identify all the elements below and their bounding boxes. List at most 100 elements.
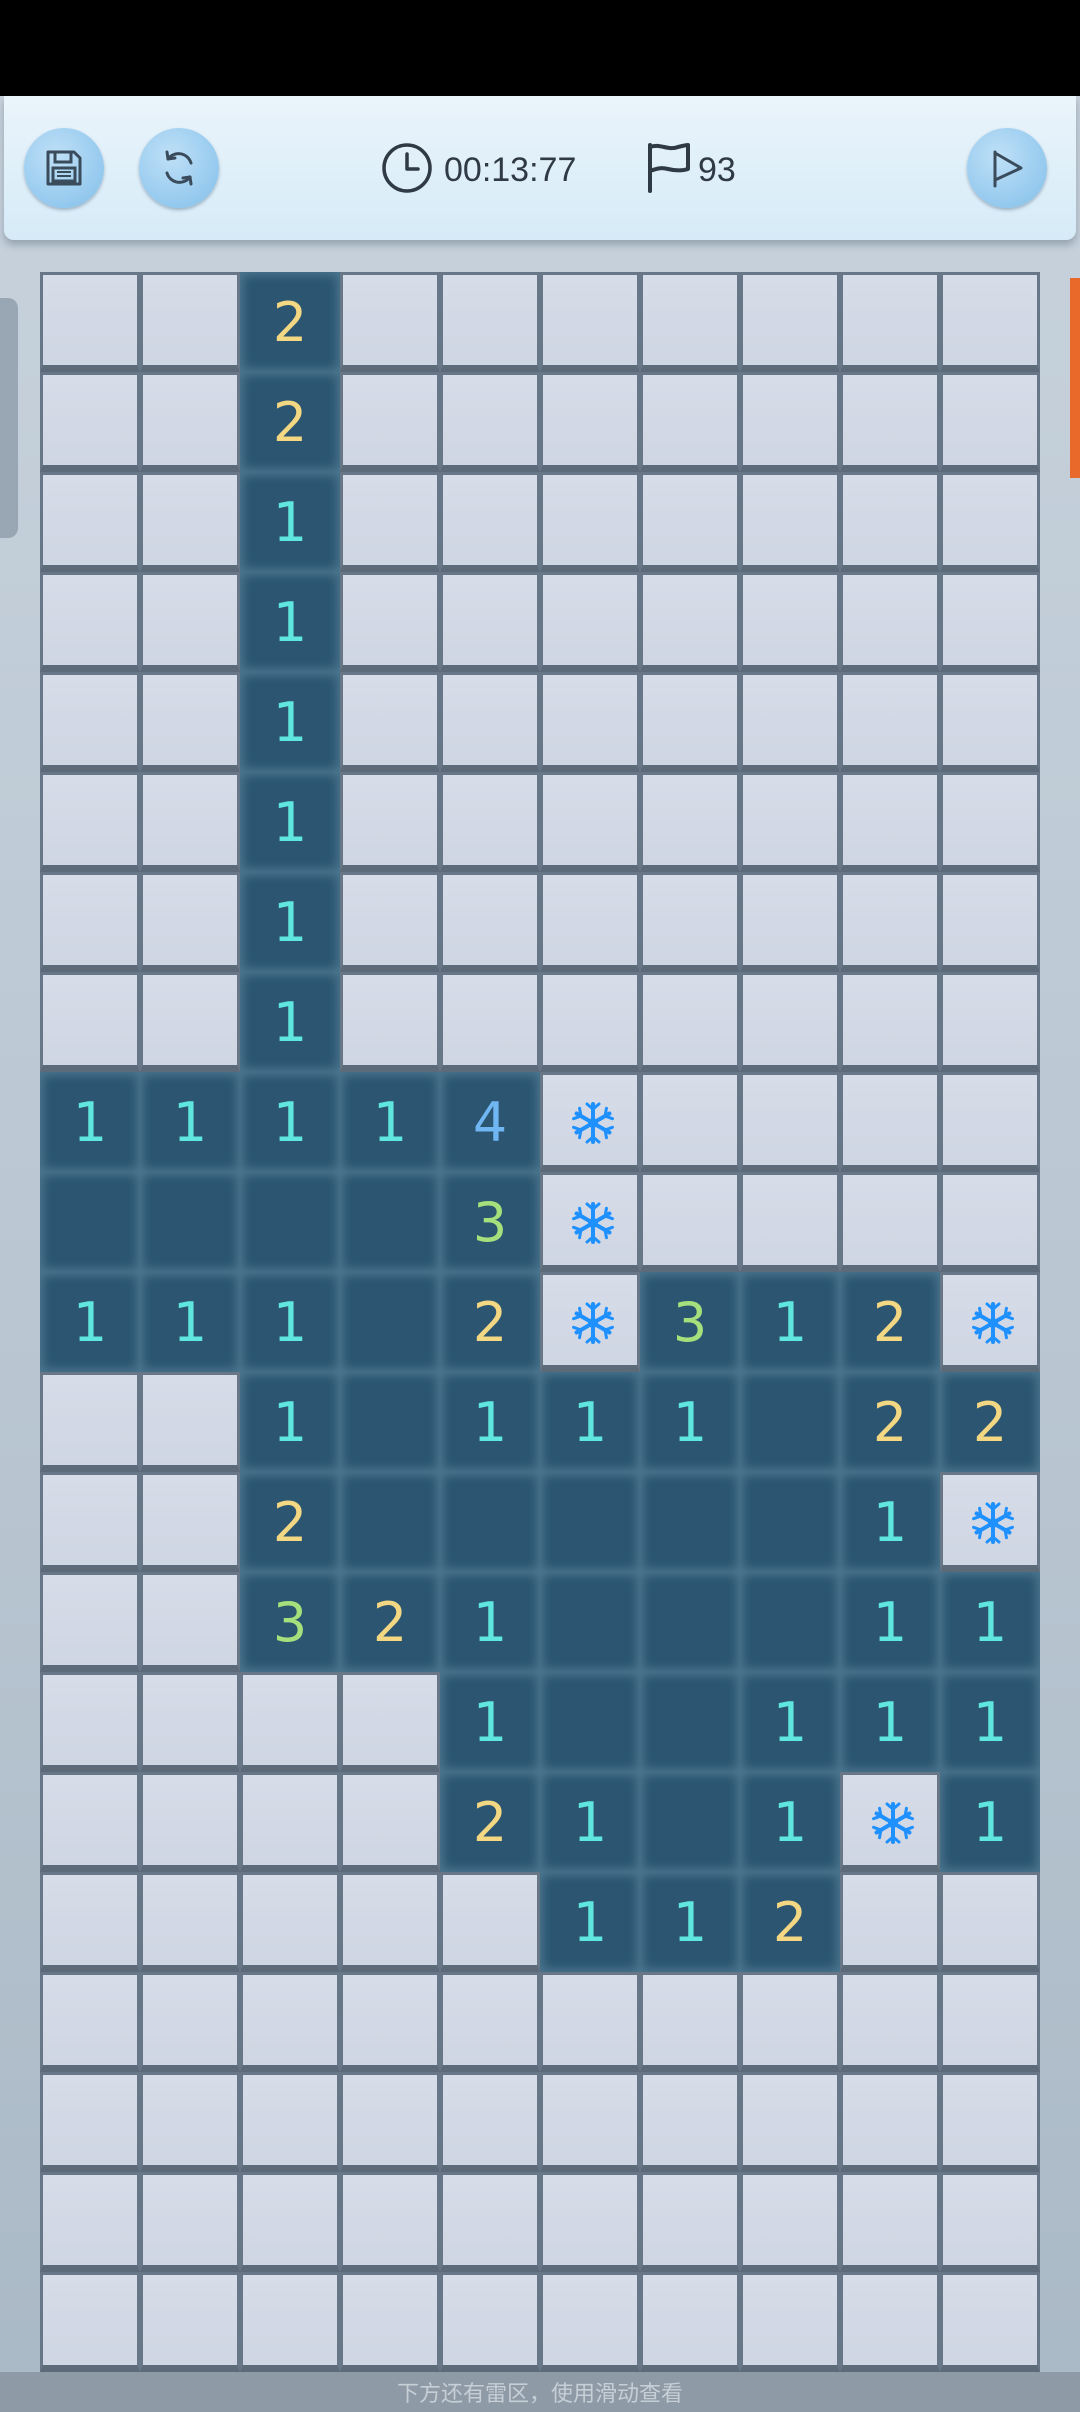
covered-cell[interactable] — [640, 2272, 740, 2372]
revealed-number-cell[interactable]: 1 — [840, 1472, 940, 1572]
revealed-number-cell[interactable]: 1 — [240, 672, 340, 772]
covered-cell[interactable] — [640, 2072, 740, 2172]
covered-cell[interactable] — [340, 2172, 440, 2272]
revealed-number-cell[interactable]: 1 — [940, 1772, 1040, 1872]
covered-cell[interactable] — [840, 2072, 940, 2172]
covered-cell[interactable] — [140, 2072, 240, 2172]
covered-cell[interactable] — [740, 2072, 840, 2172]
revealed-number-cell[interactable]: 1 — [640, 1872, 740, 1972]
revealed-number-cell[interactable]: 1 — [240, 972, 340, 1072]
revealed-number-cell[interactable]: 4 — [440, 1072, 540, 1172]
covered-cell[interactable] — [840, 772, 940, 872]
covered-cell[interactable] — [540, 672, 640, 772]
covered-cell[interactable] — [540, 872, 640, 972]
covered-cell[interactable] — [840, 272, 940, 372]
revealed-empty-cell[interactable] — [640, 1772, 740, 1872]
save-button[interactable] — [24, 128, 104, 208]
revealed-empty-cell[interactable] — [640, 1672, 740, 1772]
revealed-number-cell[interactable]: 2 — [840, 1372, 940, 1472]
revealed-number-cell[interactable]: 1 — [240, 1272, 340, 1372]
covered-cell[interactable] — [40, 472, 140, 572]
revealed-number-cell[interactable]: 1 — [340, 1072, 440, 1172]
covered-cell[interactable] — [440, 872, 540, 972]
covered-cell[interactable] — [440, 572, 540, 672]
revealed-number-cell[interactable]: 1 — [240, 1072, 340, 1172]
covered-cell[interactable] — [240, 2272, 340, 2372]
covered-cell[interactable] — [140, 1872, 240, 1972]
revealed-number-cell[interactable]: 1 — [240, 772, 340, 872]
revealed-number-cell[interactable]: 1 — [540, 1372, 640, 1472]
covered-cell[interactable] — [140, 872, 240, 972]
covered-cell[interactable] — [140, 772, 240, 872]
covered-cell[interactable] — [640, 272, 740, 372]
covered-cell[interactable] — [940, 772, 1040, 872]
revealed-number-cell[interactable]: 1 — [840, 1672, 940, 1772]
revealed-empty-cell[interactable] — [340, 1472, 440, 1572]
covered-cell[interactable] — [440, 472, 540, 572]
revealed-empty-cell[interactable] — [540, 1672, 640, 1772]
covered-cell[interactable] — [640, 772, 740, 872]
covered-cell[interactable] — [140, 572, 240, 672]
revealed-number-cell[interactable]: 2 — [940, 1372, 1040, 1472]
covered-cell[interactable] — [340, 272, 440, 372]
covered-cell[interactable] — [40, 972, 140, 1072]
revealed-number-cell[interactable]: 1 — [40, 1072, 140, 1172]
revealed-number-cell[interactable]: 1 — [840, 1572, 940, 1672]
covered-cell[interactable] — [540, 572, 640, 672]
covered-cell[interactable] — [140, 972, 240, 1072]
covered-cell[interactable] — [140, 2172, 240, 2272]
revealed-number-cell[interactable]: 2 — [240, 1472, 340, 1572]
covered-cell[interactable] — [540, 2272, 640, 2372]
covered-cell[interactable] — [640, 1972, 740, 2072]
covered-cell[interactable] — [40, 2072, 140, 2172]
snowflake-marked-cell[interactable] — [540, 1072, 640, 1172]
covered-cell[interactable] — [740, 2172, 840, 2272]
covered-cell[interactable] — [940, 1072, 1040, 1172]
covered-cell[interactable] — [40, 2272, 140, 2372]
covered-cell[interactable] — [140, 1672, 240, 1772]
revealed-empty-cell[interactable] — [340, 1372, 440, 1472]
covered-cell[interactable] — [740, 1172, 840, 1272]
covered-cell[interactable] — [740, 872, 840, 972]
covered-cell[interactable] — [440, 372, 540, 472]
side-drawer-handle[interactable] — [0, 298, 18, 538]
covered-cell[interactable] — [840, 972, 940, 1072]
covered-cell[interactable] — [940, 472, 1040, 572]
revealed-empty-cell[interactable] — [740, 1472, 840, 1572]
covered-cell[interactable] — [940, 1172, 1040, 1272]
covered-cell[interactable] — [740, 372, 840, 472]
snowflake-marked-cell[interactable] — [540, 1272, 640, 1372]
covered-cell[interactable] — [940, 272, 1040, 372]
revealed-empty-cell[interactable] — [740, 1572, 840, 1672]
revealed-number-cell[interactable]: 2 — [840, 1272, 940, 1372]
revealed-number-cell[interactable]: 1 — [440, 1572, 540, 1672]
covered-cell[interactable] — [140, 1772, 240, 1872]
covered-cell[interactable] — [840, 1172, 940, 1272]
covered-cell[interactable] — [640, 1172, 740, 1272]
covered-cell[interactable] — [540, 272, 640, 372]
revealed-number-cell[interactable]: 1 — [140, 1072, 240, 1172]
revealed-number-cell[interactable]: 3 — [640, 1272, 740, 1372]
revealed-empty-cell[interactable] — [640, 1472, 740, 1572]
covered-cell[interactable] — [40, 872, 140, 972]
covered-cell[interactable] — [640, 472, 740, 572]
covered-cell[interactable] — [140, 672, 240, 772]
covered-cell[interactable] — [940, 1972, 1040, 2072]
revealed-empty-cell[interactable] — [440, 1472, 540, 1572]
covered-cell[interactable] — [440, 1972, 540, 2072]
revealed-number-cell[interactable]: 2 — [340, 1572, 440, 1672]
covered-cell[interactable] — [740, 1072, 840, 1172]
revealed-number-cell[interactable]: 2 — [740, 1872, 840, 1972]
covered-cell[interactable] — [540, 972, 640, 1072]
restart-button[interactable] — [139, 128, 219, 208]
covered-cell[interactable] — [640, 872, 740, 972]
snowflake-marked-cell[interactable] — [540, 1172, 640, 1272]
covered-cell[interactable] — [40, 1972, 140, 2072]
covered-cell[interactable] — [740, 1972, 840, 2072]
revealed-number-cell[interactable]: 1 — [940, 1572, 1040, 1672]
revealed-empty-cell[interactable] — [640, 1572, 740, 1672]
covered-cell[interactable] — [540, 772, 640, 872]
revealed-number-cell[interactable]: 1 — [40, 1272, 140, 1372]
play-button[interactable] — [967, 128, 1047, 208]
covered-cell[interactable] — [840, 2272, 940, 2372]
